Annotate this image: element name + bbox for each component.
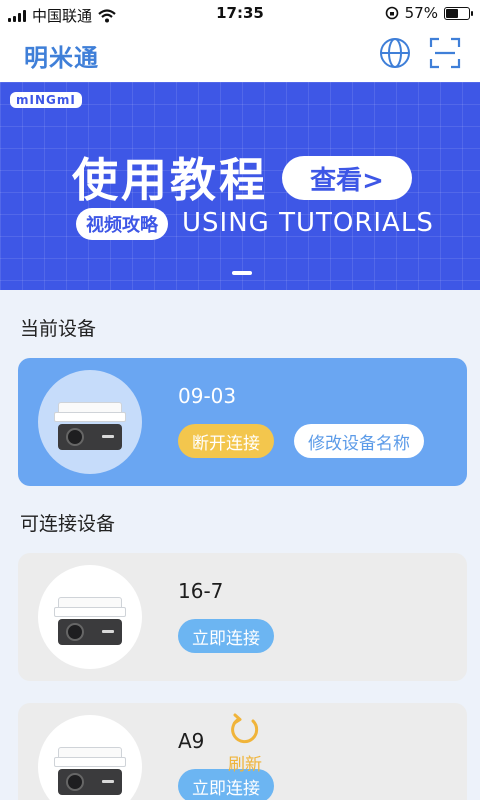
device-name: 16-7	[178, 579, 224, 603]
brand-title: 明米通	[24, 44, 99, 72]
banner-title: 使用教程	[72, 153, 268, 207]
banner-subtitle: USING TUTORIALS	[182, 208, 434, 238]
tutorial-banner[interactable]: mINGmI 使用教程 查看> 视频攻略 USING TUTORIALS	[0, 82, 480, 290]
projector-icon	[54, 747, 126, 795]
refresh-label: 刷新	[228, 755, 262, 775]
video-guide-pill: 视频攻略	[76, 208, 168, 240]
current-device-heading: 当前设备	[20, 318, 97, 340]
battery-icon	[444, 6, 473, 20]
device-card[interactable]: 16-7 立即连接	[18, 553, 467, 681]
device-thumbnail	[38, 565, 142, 669]
refresh-button[interactable]: 刷新	[222, 712, 268, 775]
connect-button[interactable]: 立即连接	[178, 619, 274, 653]
projector-icon	[54, 402, 126, 450]
battery-percent: 57%	[404, 4, 438, 22]
projector-icon	[54, 597, 126, 645]
device-name: A9	[178, 729, 205, 753]
status-bar: 中国联通 17:35 57%	[0, 0, 480, 28]
status-right: 57%	[385, 4, 473, 22]
banner-logo: mINGmI	[10, 92, 82, 108]
device-thumbnail	[38, 370, 142, 474]
scan-icon[interactable]	[428, 36, 462, 70]
available-devices-heading: 可连接设备	[20, 513, 116, 535]
carousel-indicator	[232, 271, 252, 275]
device-thumbnail	[38, 715, 142, 800]
current-device-card: 09-03 断开连接 修改设备名称	[18, 358, 467, 486]
app-bar: 明米通	[0, 28, 480, 82]
view-tutorial-button[interactable]: 查看>	[282, 156, 412, 200]
disconnect-button[interactable]: 断开连接	[178, 424, 274, 458]
rename-device-button[interactable]: 修改设备名称	[294, 424, 424, 458]
battery-fill	[446, 8, 458, 18]
device-name: 09-03	[178, 384, 237, 408]
globe-icon[interactable]	[378, 36, 412, 70]
refresh-icon	[231, 713, 259, 744]
rotation-lock-icon	[385, 6, 398, 20]
